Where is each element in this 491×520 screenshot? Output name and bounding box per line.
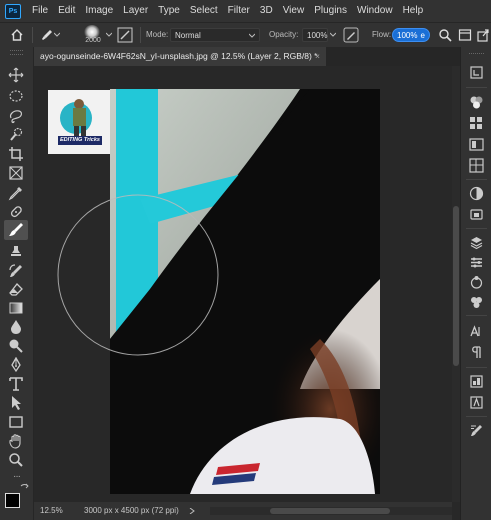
menu-layer[interactable]: Layer — [118, 0, 153, 22]
flow-label: Flow: — [372, 30, 392, 39]
path-selection-icon[interactable] — [8, 395, 24, 411]
eyedropper-icon[interactable] — [8, 185, 24, 201]
brush-cursor-outline — [57, 194, 219, 356]
patterns-panel-icon[interactable] — [469, 158, 484, 173]
document-tab[interactable]: ayo-ogunseinde-6W4F62sN_yI-unsplash.jpg … — [34, 47, 326, 66]
move-tool-icon[interactable] — [8, 67, 24, 83]
menu-view[interactable]: View — [278, 0, 310, 22]
document-tab-bar: ayo-ogunseinde-6W4F62sN_yI-unsplash.jpg … — [34, 47, 460, 66]
foreground-color-swatch[interactable] — [5, 493, 20, 508]
menu-3d[interactable]: 3D — [255, 0, 278, 22]
elliptical-marquee-icon[interactable] — [8, 88, 24, 104]
pressure-opacity-icon[interactable] — [343, 27, 359, 43]
photoshop-logo-icon: Ps — [5, 3, 21, 19]
gradients-panel-icon[interactable] — [469, 137, 484, 152]
dodge-tool-icon[interactable] — [8, 338, 24, 354]
rectangle-tool-icon[interactable] — [8, 414, 24, 430]
home-icon[interactable] — [10, 28, 24, 42]
blur-tool-icon[interactable] — [8, 319, 24, 335]
menu-help[interactable]: Help — [398, 0, 429, 22]
status-bar: 12.5% 3000 px x 4500 px (72 ppi) — [34, 502, 452, 520]
history-brush-icon[interactable] — [8, 263, 24, 279]
lasso-tool-icon[interactable] — [8, 108, 24, 124]
chevron-down-icon[interactable] — [54, 32, 60, 38]
watermark-logo: EDITING Tricks — [48, 90, 110, 154]
history-panel-icon[interactable] — [469, 65, 484, 80]
menu-window[interactable]: Window — [352, 0, 398, 22]
shapes-panel-icon[interactable] — [469, 295, 484, 310]
options-bar: 2000 Mode: Normal Opacity: 100% Flow: 10… — [0, 22, 491, 48]
channels-panel-icon[interactable] — [469, 255, 484, 270]
right-panel-dock — [460, 47, 491, 520]
zoom-tool-icon[interactable] — [8, 452, 24, 468]
menu-file[interactable]: File — [27, 0, 53, 22]
document-info: 3000 px x 4500 px (72 ppi) — [84, 506, 179, 515]
dock-grip[interactable] — [469, 53, 484, 58]
close-tab-icon[interactable]: × — [315, 47, 320, 66]
watermark-avatar-icon — [58, 99, 102, 145]
brush-size-value: 2000 — [85, 37, 101, 44]
menu-type[interactable]: Type — [153, 0, 185, 22]
chevron-down-icon[interactable] — [330, 32, 336, 38]
search-icon[interactable] — [438, 28, 452, 42]
pen-tool-icon[interactable] — [8, 357, 24, 373]
vertical-scroll-thumb[interactable] — [453, 206, 459, 366]
horizontal-scrollbar[interactable] — [210, 507, 452, 515]
menu-bar: Ps File Edit Image Layer Type Select Fil… — [0, 0, 491, 22]
watermark-caption: EDITING Tricks — [60, 137, 100, 143]
hand-tool-icon[interactable] — [8, 433, 24, 449]
brush-settings-icon[interactable] — [469, 423, 484, 438]
mode-value: Normal — [175, 31, 201, 40]
swatches-panel-icon[interactable] — [469, 116, 484, 131]
chevron-down-icon[interactable] — [106, 32, 112, 38]
libraries-panel-icon[interactable] — [469, 207, 484, 222]
eraser-icon[interactable] — [8, 282, 24, 298]
color-panel-icon[interactable] — [469, 95, 484, 110]
flow-value: 100% — [397, 31, 418, 40]
brush-settings-panel-icon[interactable] — [117, 27, 133, 43]
tools-panel: ··· — [0, 47, 34, 520]
chevron-down-icon — [249, 33, 255, 38]
properties-panel-icon[interactable] — [469, 374, 484, 389]
crop-tool-icon[interactable] — [8, 146, 24, 162]
adjustments-panel-icon[interactable] — [469, 186, 484, 201]
opacity-label: Opacity: — [269, 30, 299, 39]
document-tab-title: ayo-ogunseinde-6W4F62sN_yI-unsplash.jpg … — [40, 51, 318, 61]
glyphs-panel-icon[interactable] — [469, 395, 484, 410]
paths-panel-icon[interactable] — [469, 275, 484, 290]
chevron-right-icon[interactable] — [188, 508, 196, 514]
menu-filter[interactable]: Filter — [223, 0, 255, 22]
menu-plugins[interactable]: Plugins — [309, 0, 352, 22]
menu-edit[interactable]: Edit — [53, 0, 80, 22]
swap-colors-icon[interactable] — [20, 483, 29, 492]
more-tools-icon[interactable]: ··· — [13, 471, 21, 482]
frame-tool-icon[interactable] — [8, 165, 24, 181]
share-icon[interactable] — [476, 28, 490, 42]
mode-label: Mode: — [146, 30, 169, 39]
toolbar-grip[interactable] — [10, 50, 23, 55]
flow-field[interactable]: 100% e — [392, 28, 430, 42]
vertical-scrollbar[interactable] — [452, 66, 460, 502]
healing-brush-icon[interactable] — [8, 204, 24, 220]
paragraph-panel-icon[interactable] — [469, 345, 484, 360]
layers-panel-icon[interactable] — [469, 235, 484, 250]
type-tool-icon[interactable] — [8, 376, 24, 392]
workspace-icon[interactable] — [458, 28, 472, 42]
mode-select[interactable]: Normal — [170, 28, 260, 42]
character-panel-icon[interactable] — [469, 324, 484, 339]
menu-image[interactable]: Image — [80, 0, 118, 22]
horizontal-scroll-thumb[interactable] — [270, 508, 390, 514]
clone-stamp-icon[interactable] — [8, 244, 24, 260]
gradient-tool-icon[interactable] — [8, 300, 24, 316]
zoom-level[interactable]: 12.5% — [40, 502, 63, 520]
brush-tool-preset-icon[interactable] — [40, 28, 54, 42]
brush-tool-button[interactable] — [4, 220, 28, 240]
brush-icon — [9, 223, 23, 236]
opacity-field[interactable]: 100% — [302, 28, 328, 42]
quick-selection-icon[interactable] — [8, 127, 24, 143]
menu-select[interactable]: Select — [185, 0, 223, 22]
